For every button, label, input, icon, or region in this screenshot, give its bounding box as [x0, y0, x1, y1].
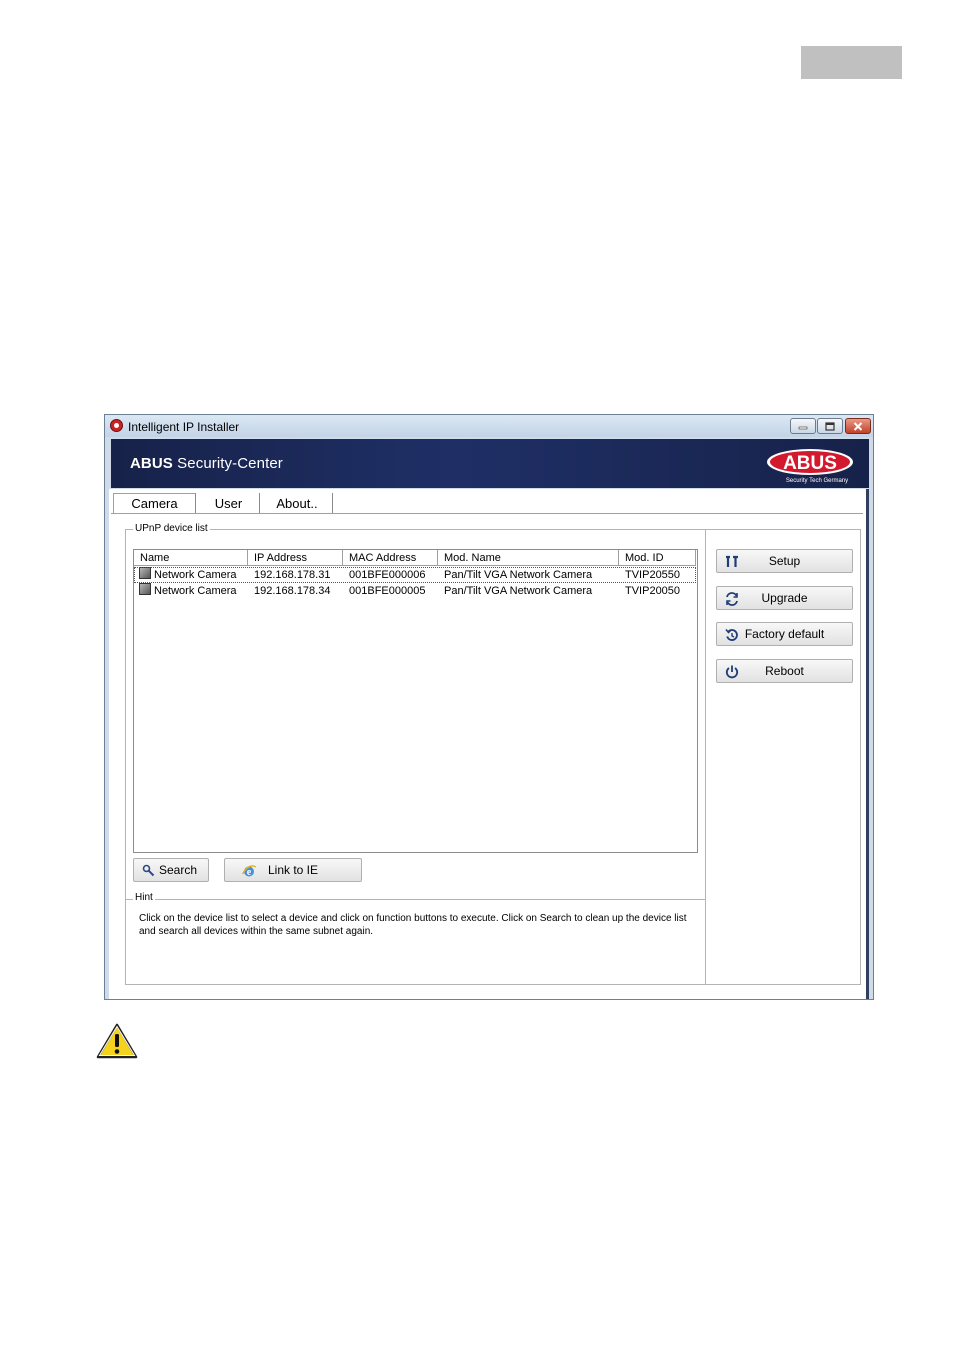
- cell-mac: 001BFE000005: [349, 585, 426, 597]
- power-icon: [725, 665, 739, 679]
- cell-name: Network Camera: [134, 567, 248, 583]
- minimize-button[interactable]: [790, 418, 816, 434]
- banner-title: ABUS Security-Center: [130, 455, 283, 472]
- device-list-legend: UPnP device list: [133, 523, 210, 534]
- logo-text: ABUS: [783, 453, 837, 474]
- close-icon: [853, 421, 863, 431]
- tools-icon: [726, 555, 738, 567]
- title-bar[interactable]: Intelligent IP Installer: [105, 415, 873, 437]
- cell-mac: 001BFE000006: [349, 569, 426, 581]
- cell-name-text: Network Camera: [154, 585, 237, 597]
- column-model-id[interactable]: Mod. ID: [619, 550, 696, 566]
- setup-button[interactable]: Setup: [716, 549, 853, 573]
- cell-model-name: Pan/Tilt VGA Network Camera: [444, 585, 593, 597]
- link-to-ie-button[interactable]: e Link to IE: [224, 858, 362, 882]
- maximize-button[interactable]: [817, 418, 843, 434]
- camera-icon: [139, 567, 151, 579]
- vertical-divider: [705, 530, 706, 984]
- banner-subtitle: Security-Center: [172, 455, 283, 472]
- cell-model-id: TVIP20050: [625, 585, 681, 597]
- main-panel: Camera User About.. UPnP device list Nam…: [109, 489, 869, 999]
- upgrade-button[interactable]: Upgrade: [716, 586, 853, 610]
- maximize-icon: [825, 421, 835, 431]
- device-row[interactable]: Network Camera 192.168.178.34 001BFE0000…: [134, 583, 696, 599]
- cell-ip: 192.168.178.31: [254, 569, 331, 581]
- search-button[interactable]: Search: [133, 858, 209, 882]
- cell-model-name: Pan/Tilt VGA Network Camera: [444, 569, 593, 581]
- cell-model-id: TVIP20550: [625, 569, 681, 581]
- window-title: Intelligent IP Installer: [128, 420, 240, 434]
- factory-default-button[interactable]: Factory default: [716, 622, 853, 646]
- cell-ip: 192.168.178.34: [254, 585, 331, 597]
- reset-icon: [725, 628, 738, 641]
- tab-camera[interactable]: Camera: [113, 493, 196, 513]
- warning-icon: [96, 1023, 138, 1059]
- camera-group: UPnP device list Name IP Address MAC Add…: [125, 523, 861, 985]
- tab-divider: [111, 513, 863, 514]
- hint-text: Click on the device list to select a dev…: [139, 913, 687, 937]
- app-icon: [110, 419, 123, 432]
- list-header: Name IP Address MAC Address Mod. Name Mo…: [134, 550, 696, 566]
- close-button[interactable]: [845, 418, 871, 434]
- tab-about[interactable]: About..: [262, 493, 333, 513]
- hint-legend: Hint: [133, 892, 155, 903]
- device-row[interactable]: Network Camera 192.168.178.31 001BFE0000…: [134, 567, 696, 583]
- abus-logo: ABUS Security Tech Germany: [766, 447, 854, 485]
- column-name[interactable]: Name: [134, 550, 248, 566]
- reboot-button[interactable]: Reboot: [716, 659, 853, 683]
- minimize-icon: [798, 426, 808, 430]
- column-model-name[interactable]: Mod. Name: [438, 550, 619, 566]
- banner-brand: ABUS: [130, 455, 173, 472]
- tab-user[interactable]: User: [198, 493, 260, 513]
- device-list[interactable]: Name IP Address MAC Address Mod. Name Mo…: [133, 549, 698, 853]
- logo-subtext: Security Tech Germany: [786, 478, 848, 484]
- refresh-icon: [726, 592, 738, 606]
- abus-logo-graphic: ABUS Security Tech Germany: [767, 449, 853, 484]
- installer-window: Intelligent IP Installer ABUS Security-C…: [104, 414, 874, 1000]
- column-mac[interactable]: MAC Address: [343, 550, 438, 566]
- hint-divider: [126, 899, 705, 900]
- column-ip[interactable]: IP Address: [248, 550, 343, 566]
- cell-name-text: Network Camera: [154, 569, 237, 581]
- header-banner: ABUS Security-Center ABUS Security Tech …: [111, 439, 869, 488]
- cell-name: Network Camera: [134, 583, 248, 599]
- search-icon: [142, 864, 155, 877]
- ie-icon: e: [241, 865, 257, 878]
- camera-icon: [139, 583, 151, 595]
- page-marker-box: [801, 46, 902, 79]
